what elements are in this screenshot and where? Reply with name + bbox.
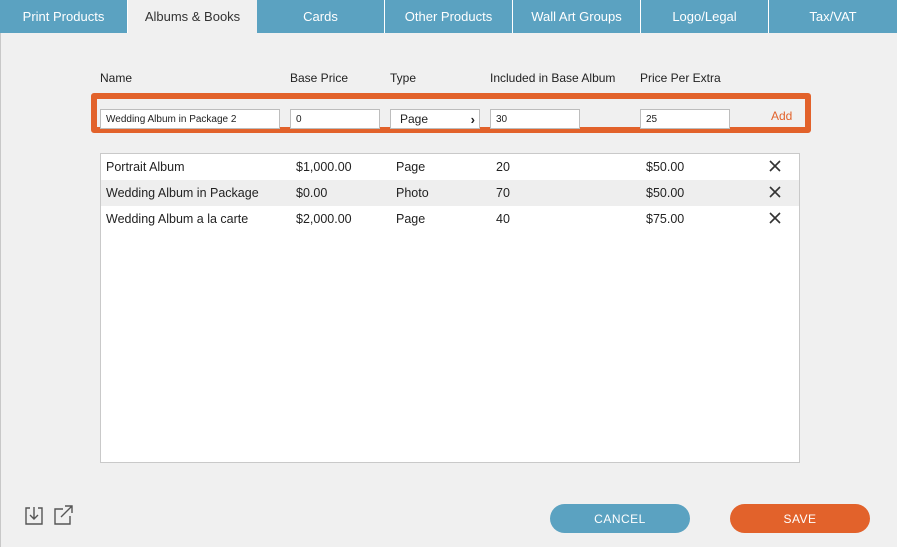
row-base-price: $2,000.00 (296, 212, 352, 226)
base-price-input[interactable] (290, 109, 380, 129)
column-header-price-per-extra: Price Per Extra (640, 71, 721, 85)
row-price-per-extra: $50.00 (646, 186, 685, 200)
tab-print-products[interactable]: Print Products (0, 0, 128, 33)
tab-albums-books[interactable]: Albums & Books (128, 0, 257, 33)
included-input[interactable] (490, 109, 580, 129)
tab-other-products[interactable]: Other Products (385, 0, 513, 33)
row-name: Wedding Album in Package (106, 186, 259, 200)
type-select[interactable]: Page › (390, 109, 480, 129)
import-icon[interactable] (23, 504, 45, 526)
column-header-base-price: Base Price (290, 71, 349, 85)
close-icon[interactable] (767, 158, 783, 174)
row-included: 20 (496, 160, 510, 174)
close-icon[interactable] (767, 184, 783, 200)
row-price-per-extra: $50.00 (646, 160, 685, 174)
tab-wall-art-groups[interactable]: Wall Art Groups (513, 0, 641, 33)
row-included: 40 (496, 212, 510, 226)
column-header-type: Type (390, 71, 417, 85)
row-name: Portrait Album (106, 160, 185, 174)
column-header-name: Name (100, 71, 133, 85)
export-icon[interactable] (52, 504, 74, 526)
row-base-price: $0.00 (296, 186, 328, 200)
tab-logo-legal[interactable]: Logo/Legal (641, 0, 769, 33)
chevron-right-icon: › (470, 111, 475, 127)
row-type: Photo (396, 186, 429, 200)
row-base-price: $1,000.00 (296, 160, 352, 174)
row-price-per-extra: $75.00 (646, 212, 685, 226)
price-per-extra-input[interactable] (640, 109, 730, 129)
save-button[interactable]: SAVE (730, 504, 870, 533)
close-icon[interactable] (767, 210, 783, 226)
window-edge (0, 0, 1, 547)
column-header-included: Included in Base Album (490, 71, 616, 85)
cancel-button[interactable]: CANCEL (550, 504, 690, 533)
albums-table: Portrait Album $1,000.00 Page 20 $50.00 … (100, 153, 800, 463)
tab-tax-vat[interactable]: Tax/VAT (769, 0, 897, 33)
table-row: Wedding Album in Package $0.00 Photo 70 … (101, 180, 799, 206)
row-type: Page (396, 160, 426, 174)
type-select-value: Page (400, 112, 429, 126)
add-button[interactable]: Add (771, 109, 792, 123)
tab-bar: Print Products Albums & Books Cards Othe… (0, 0, 897, 33)
row-name: Wedding Album a la carte (106, 212, 249, 226)
row-included: 70 (496, 186, 510, 200)
table-row: Portrait Album $1,000.00 Page 20 $50.00 (101, 154, 799, 180)
row-type: Page (396, 212, 426, 226)
tab-cards[interactable]: Cards (257, 0, 385, 33)
new-item-row: Page › Add (91, 93, 811, 133)
table-row: Wedding Album a la carte $2,000.00 Page … (101, 206, 799, 232)
name-input[interactable] (100, 109, 280, 129)
